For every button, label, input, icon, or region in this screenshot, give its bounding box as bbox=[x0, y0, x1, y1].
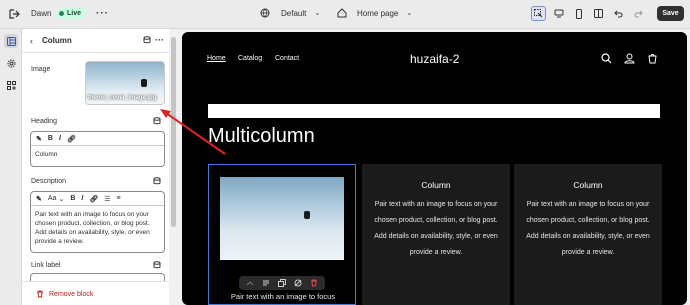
fullscreen-icon[interactable] bbox=[591, 6, 606, 21]
divider-banner bbox=[208, 104, 660, 118]
link-icon[interactable]: 🔗︎ bbox=[89, 195, 98, 203]
bold-button[interactable]: B bbox=[70, 195, 75, 202]
heading-label: Heading bbox=[31, 118, 58, 125]
inspector-icon[interactable] bbox=[531, 6, 546, 21]
multicolumn-heading[interactable]: Multicolumn bbox=[208, 125, 315, 148]
hide-icon[interactable] bbox=[294, 279, 302, 287]
undo-icon[interactable] bbox=[611, 6, 626, 21]
column-text: Pair text with an image to focus on your… bbox=[526, 201, 650, 256]
remove-block-label: Remove block bbox=[49, 290, 94, 298]
link-label-label: Link label bbox=[31, 262, 61, 269]
description-label: Description bbox=[31, 178, 67, 185]
move-up-icon[interactable] bbox=[246, 279, 254, 287]
heading-toolbar: ✎ B I 🔗︎ bbox=[31, 132, 164, 146]
editor-topbar: Dawn Live ··· Default ⌄ Home page ⌄ Save bbox=[0, 0, 690, 29]
more-options-icon[interactable]: ··· bbox=[155, 35, 164, 45]
page-selector-label: Home page bbox=[357, 8, 399, 18]
magic-icon[interactable]: ✎ bbox=[36, 195, 42, 203]
globe-icon bbox=[260, 8, 270, 18]
remove-block-button[interactable]: Remove block bbox=[36, 290, 93, 298]
trash-icon bbox=[37, 290, 43, 298]
italic-button[interactable]: I bbox=[59, 135, 61, 142]
block-settings-panel: ‹ Column ··· Image theme_cover_image.jpg… bbox=[22, 29, 169, 305]
nav-catalog[interactable]: Catalog bbox=[238, 55, 262, 62]
store-name: Dawn bbox=[31, 9, 52, 18]
dynamic-source-icon[interactable] bbox=[153, 177, 161, 187]
magic-icon[interactable]: ✎ bbox=[36, 135, 42, 143]
panel-title: Column bbox=[42, 36, 72, 45]
bullet-list-icon[interactable]: ☰ bbox=[104, 195, 110, 203]
italic-button[interactable]: I bbox=[81, 195, 83, 202]
view-toolbar bbox=[531, 6, 646, 21]
column-text: Pair text with an image to focus on your… bbox=[374, 201, 498, 256]
column-image bbox=[220, 177, 344, 260]
numbered-list-icon[interactable]: ≡ bbox=[117, 195, 121, 202]
column-card[interactable]: Column Pair text with an image to focus … bbox=[514, 164, 662, 305]
move-down-icon[interactable] bbox=[262, 279, 270, 287]
left-rail bbox=[0, 29, 22, 305]
text-style-dropdown[interactable]: Aa bbox=[48, 195, 57, 202]
exit-icon[interactable] bbox=[8, 8, 20, 20]
skier-figure bbox=[304, 211, 310, 219]
cart-icon[interactable] bbox=[647, 53, 658, 66]
site-header: Home Catalog Contact huzaifa-2 bbox=[182, 32, 687, 87]
bold-button[interactable]: B bbox=[48, 135, 53, 142]
heading-editor[interactable]: ✎ B I 🔗︎ Column bbox=[30, 131, 165, 167]
description-value[interactable]: Pair text with an image to focus on your… bbox=[31, 206, 164, 250]
column-card-selected[interactable]: Pair text with an image to focus bbox=[208, 164, 356, 305]
preview-area: Home Catalog Contact huzaifa-2 Multicolu… bbox=[180, 29, 690, 305]
link-icon[interactable]: 🔗︎ bbox=[67, 135, 76, 143]
redo-icon[interactable] bbox=[631, 6, 646, 21]
duplicate-icon[interactable] bbox=[278, 279, 286, 287]
save-button[interactable]: Save bbox=[657, 6, 684, 21]
account-icon[interactable] bbox=[624, 53, 635, 66]
description-toolbar: ✎ Aa ⌄ B I 🔗︎ ☰ ≡ bbox=[31, 192, 164, 206]
dynamic-source-icon[interactable] bbox=[143, 36, 151, 46]
image-picker[interactable]: theme_cover_image.jpg bbox=[85, 61, 165, 105]
chevron-down-icon[interactable]: ⌄ bbox=[58, 195, 64, 203]
chevron-down-icon: ⌄ bbox=[314, 10, 321, 17]
column-title: Column bbox=[573, 180, 603, 190]
scrollbar-thumb[interactable] bbox=[171, 37, 176, 227]
status-dot-icon bbox=[59, 11, 64, 16]
nav-contact[interactable]: Contact bbox=[275, 55, 299, 62]
heading-value[interactable]: Column bbox=[31, 146, 164, 163]
storefront-preview: Home Catalog Contact huzaifa-2 Multicolu… bbox=[182, 32, 687, 305]
site-brand[interactable]: huzaifa-2 bbox=[410, 52, 459, 66]
dynamic-source-icon[interactable] bbox=[153, 117, 161, 127]
divider bbox=[22, 52, 169, 53]
live-badge-label: Live bbox=[67, 10, 82, 17]
theme-selector[interactable]: Default ⌄ bbox=[260, 8, 320, 18]
more-menu-icon[interactable]: ··· bbox=[96, 8, 109, 19]
sections-icon[interactable] bbox=[4, 34, 18, 48]
settings-gear-icon[interactable] bbox=[4, 56, 18, 70]
theme-selector-label: Default bbox=[281, 8, 307, 18]
chevron-down-icon: ⌄ bbox=[406, 10, 413, 17]
panel-scrollbar[interactable] bbox=[170, 29, 177, 305]
apps-icon[interactable] bbox=[4, 78, 18, 92]
desktop-view-icon[interactable] bbox=[551, 6, 566, 21]
image-label: Image bbox=[31, 66, 51, 73]
nav-home[interactable]: Home bbox=[207, 55, 226, 62]
dynamic-source-icon[interactable] bbox=[153, 261, 161, 271]
description-editor[interactable]: ✎ Aa ⌄ B I 🔗︎ ☰ ≡ Pair text with an imag… bbox=[30, 191, 165, 253]
column-card[interactable]: Column Pair text with an image to focus … bbox=[362, 164, 510, 305]
home-icon bbox=[337, 8, 347, 18]
page-selector[interactable]: Home page ⌄ bbox=[337, 8, 412, 18]
mobile-view-icon[interactable] bbox=[571, 6, 586, 21]
skier-figure bbox=[141, 79, 147, 87]
live-badge: Live bbox=[56, 8, 87, 19]
search-icon[interactable] bbox=[601, 53, 612, 66]
delete-icon[interactable] bbox=[310, 279, 318, 287]
column-title: Column bbox=[421, 180, 451, 190]
column-text: Pair text with an image to focus bbox=[230, 292, 336, 301]
back-arrow-icon[interactable]: ‹ bbox=[30, 36, 33, 46]
block-action-bar bbox=[239, 276, 325, 290]
image-filename: theme_cover_image.jpg bbox=[88, 95, 157, 101]
